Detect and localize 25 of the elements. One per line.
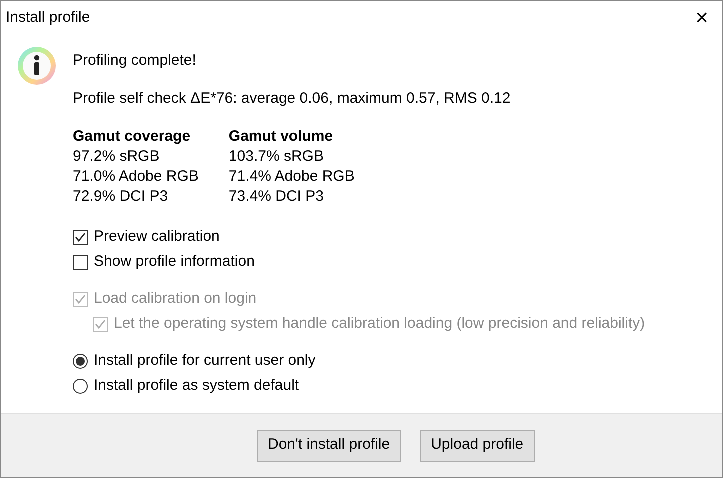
checkbox-label: Preview calibration [94,227,220,248]
table-cell: 71.4% Adobe RGB [228,167,355,187]
checkbox-label: Load calibration on login [94,289,257,310]
close-button[interactable]: × [682,7,722,29]
radio-button[interactable] [73,354,88,369]
checkbox[interactable] [73,230,88,245]
table-cell: 71.0% Adobe RGB [73,167,199,187]
checkbox-label: Show profile information [94,252,255,272]
table-cell-text: 97.2% sRGB [73,147,161,167]
info-icon [16,45,58,87]
table-cell-text: 103.7% sRGB [228,147,325,167]
window-title: Install profile [6,8,90,28]
radio-label: Install profile as system default [94,376,300,396]
dialog-button[interactable]: Upload profile [420,430,535,462]
radio-button[interactable] [73,379,88,394]
heading-text: Profiling complete! [73,51,198,71]
radio-label: Install profile for current user only [94,351,316,372]
table-cell-text: 72.9% DCI P3 [73,187,170,207]
column-header: Gamut volume [228,127,334,147]
checkbox[interactable] [73,255,88,270]
dialog-button[interactable]: Don't install profile [257,430,402,462]
checkbox-label: Let the operating system handle calibration loading (low precision and reliability) [114,314,646,334]
column-header: Gamut coverage [73,127,192,147]
table-cell-text: 73.4% DCI P3 [228,187,325,207]
self-check-text: Profile self check ΔE*76: average 0.06, maximum 0.57, RMS 0.12 [73,89,512,109]
